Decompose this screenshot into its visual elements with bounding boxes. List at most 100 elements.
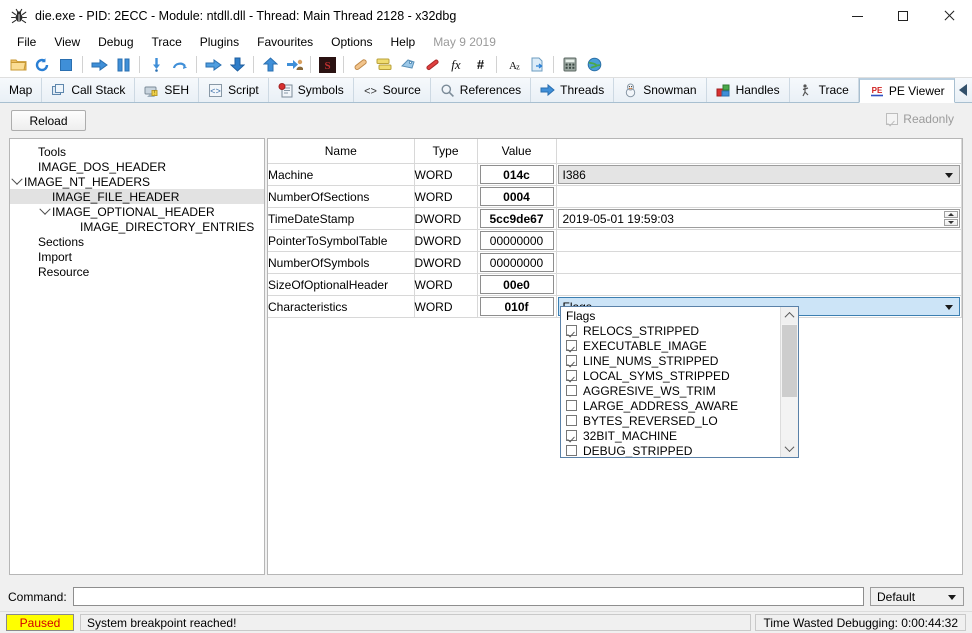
menu-help[interactable]: Help	[382, 34, 425, 50]
field-value-input[interactable]: 014c	[479, 165, 554, 184]
pe-structure-tree[interactable]: Tools IMAGE_DOS_HEADER IMAGE_NT_HEADERS …	[9, 138, 265, 575]
flag-item-local-syms-stripped[interactable]: LOCAL_SYMS_STRIPPED	[561, 368, 780, 383]
checkbox-icon[interactable]	[566, 445, 577, 456]
machine-combo[interactable]: I386	[557, 165, 960, 184]
patch-icon[interactable]	[348, 54, 372, 76]
readonly-checkbox[interactable]: Readonly	[886, 112, 954, 126]
column-header-name[interactable]: Name	[268, 139, 415, 164]
flag-item-relocs-stripped[interactable]: RELOCS_STRIPPED	[561, 323, 780, 338]
tree-expander-optional-header[interactable]	[38, 203, 52, 219]
field-value-input[interactable]: 0004	[479, 187, 554, 206]
tree-item-image-dos-header[interactable]: IMAGE_DOS_HEADER	[10, 159, 264, 174]
close-button[interactable]	[926, 0, 972, 32]
field-value-input[interactable]: 010f	[479, 297, 554, 316]
scrollbar-up-button[interactable]	[781, 307, 798, 324]
flag-item-large-address-aware[interactable]: LARGE_ADDRESS_AWARE	[561, 398, 780, 413]
spinner-down-button[interactable]	[944, 219, 958, 226]
table-row[interactable]: TimeDateStamp DWORD 5cc9de67 2019-05-01 …	[268, 207, 962, 230]
field-value-input[interactable]: 00e0	[479, 275, 554, 294]
flags-dropdown-popup[interactable]: Flags RELOCS_STRIPPED EXECUTABLE_IMAGE L…	[560, 306, 799, 458]
bookmark-icon[interactable]	[420, 54, 444, 76]
step-into-icon[interactable]	[144, 54, 168, 76]
tree-item-sections[interactable]: Sections	[10, 234, 264, 249]
tree-expander-nt-headers[interactable]	[10, 173, 24, 189]
timedatestamp-spinbox[interactable]: 2019-05-01 19:59:03	[557, 209, 960, 228]
field-value-cell[interactable]: 014c	[477, 163, 557, 186]
command-input[interactable]	[72, 587, 864, 606]
menu-debug[interactable]: Debug	[89, 34, 142, 50]
field-value-cell[interactable]: 00e0	[477, 273, 557, 296]
hash-icon[interactable]: #	[468, 54, 492, 76]
labels-icon[interactable]	[396, 54, 420, 76]
tab-seh[interactable]: ! SEH	[135, 78, 200, 102]
menu-view[interactable]: View	[45, 34, 89, 50]
flags-list[interactable]: Flags RELOCS_STRIPPED EXECUTABLE_IMAGE L…	[561, 307, 780, 457]
table-row[interactable]: NumberOfSections WORD 0004	[268, 185, 962, 208]
menu-file[interactable]: File	[8, 34, 45, 50]
tree-item-image-file-header[interactable]: IMAGE_FILE_HEADER	[10, 189, 264, 204]
tree-item-resource[interactable]: Resource	[10, 264, 264, 279]
table-row[interactable]: NumberOfSymbols DWORD 00000000	[268, 251, 962, 274]
functions-icon[interactable]: fx	[444, 54, 468, 76]
checkbox-icon[interactable]	[566, 355, 577, 366]
field-value-input[interactable]: 5cc9de67	[479, 209, 554, 228]
page-export-icon[interactable]	[525, 54, 549, 76]
tab-threads[interactable]: Threads	[531, 78, 615, 102]
tab-pe-viewer[interactable]: PE PE Viewer	[858, 78, 955, 103]
flag-item-aggresive-ws-trim[interactable]: AGGRESIVE_WS_TRIM	[561, 383, 780, 398]
checkbox-icon[interactable]	[566, 400, 577, 411]
stop-icon[interactable]	[54, 54, 78, 76]
flags-scrollbar[interactable]	[780, 307, 798, 457]
tab-call-stack[interactable]: Call Stack	[42, 78, 136, 102]
tree-item-image-optional-header[interactable]: IMAGE_OPTIONAL_HEADER	[10, 203, 264, 219]
table-row[interactable]: SizeOfOptionalHeader WORD 00e0	[268, 273, 962, 296]
checkbox-icon[interactable]	[566, 385, 577, 396]
flag-item-executable-image[interactable]: EXECUTABLE_IMAGE	[561, 338, 780, 353]
reload-button[interactable]: Reload	[11, 110, 86, 131]
menu-options[interactable]: Options	[322, 34, 381, 50]
tree-item-image-nt-headers[interactable]: IMAGE_NT_HEADERS	[10, 173, 264, 189]
sort-az-icon[interactable]: Az	[501, 54, 525, 76]
run-to-user-code-icon[interactable]	[282, 54, 306, 76]
scylla-icon[interactable]: S	[315, 54, 339, 76]
command-profile-combo[interactable]: Default	[870, 587, 964, 606]
field-value-cell[interactable]: 010f	[477, 295, 557, 318]
tree-item-tools[interactable]: Tools	[10, 144, 264, 159]
pause-icon[interactable]	[111, 54, 135, 76]
flag-item-32bit-machine[interactable]: 32BIT_MACHINE	[561, 428, 780, 443]
calculator-icon[interactable]	[558, 54, 582, 76]
field-value-cell[interactable]: 00000000	[477, 229, 557, 252]
tree-item-image-directory-entries[interactable]: IMAGE_DIRECTORY_ENTRIES	[10, 219, 264, 234]
maximize-button[interactable]	[880, 0, 926, 32]
flag-item-line-nums-stripped[interactable]: LINE_NUMS_STRIPPED	[561, 353, 780, 368]
run-icon[interactable]	[87, 54, 111, 76]
flag-item-bytes-reversed-lo[interactable]: BYTES_REVERSED_LO	[561, 413, 780, 428]
column-header-value[interactable]: Value	[477, 139, 557, 164]
tab-trace[interactable]: Trace	[790, 78, 859, 102]
tab-handles[interactable]: Handles	[707, 78, 790, 102]
table-row[interactable]: PointerToSymbolTable DWORD 00000000	[268, 229, 962, 252]
scrollbar-thumb[interactable]	[782, 325, 797, 397]
flag-item-debug-stripped[interactable]: DEBUG_STRIPPED	[561, 443, 780, 457]
menu-favourites[interactable]: Favourites	[248, 34, 322, 50]
field-extra-cell[interactable]: 2019-05-01 19:59:03	[556, 207, 962, 230]
checkbox-icon[interactable]	[566, 430, 577, 441]
field-value-cell[interactable]: 5cc9de67	[477, 207, 557, 230]
checkbox-icon[interactable]	[566, 325, 577, 336]
tab-symbols[interactable]: Symbols	[269, 78, 354, 102]
field-value-cell[interactable]: 00000000	[477, 251, 557, 274]
minimize-button[interactable]	[834, 0, 880, 32]
scrollbar-down-button[interactable]	[781, 440, 798, 457]
tree-item-import[interactable]: Import	[10, 249, 264, 264]
tab-scroll-left-button[interactable]	[955, 79, 971, 101]
step-over-icon[interactable]	[168, 54, 192, 76]
field-value-cell[interactable]: 0004	[477, 185, 557, 208]
column-header-extra[interactable]	[556, 139, 962, 164]
column-header-type[interactable]: Type	[414, 139, 478, 164]
tab-script[interactable]: <> Script	[199, 78, 269, 102]
notes-icon[interactable]	[372, 54, 396, 76]
checkbox-icon[interactable]	[566, 415, 577, 426]
tab-source[interactable]: <> Source	[354, 78, 431, 102]
field-value-input[interactable]: 00000000	[479, 231, 554, 250]
tab-snowman[interactable]: Snowman	[614, 78, 707, 102]
